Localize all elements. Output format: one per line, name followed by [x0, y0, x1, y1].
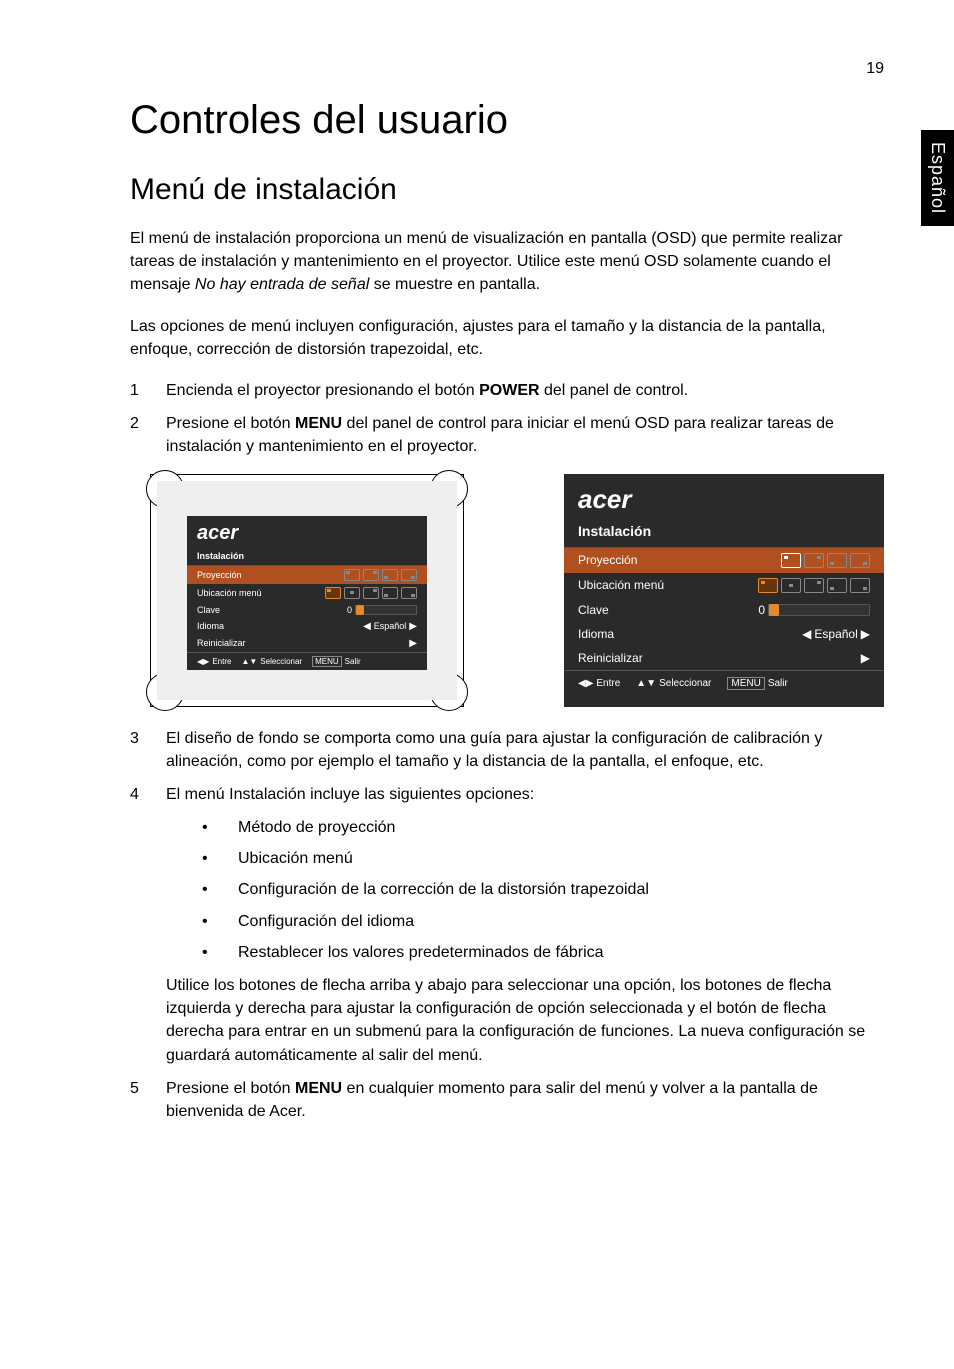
- osd-row-proyeccion: Proyección: [187, 566, 427, 584]
- osd-title: Instalación: [187, 547, 427, 566]
- osd-screenshot-framed: acer Instalación Proyección Ubicación me…: [150, 474, 464, 707]
- osd-row-clave: Clave 0: [564, 598, 884, 622]
- step-2: 2 Presione el botón MENU del panel de co…: [130, 412, 884, 458]
- osd-row-idioma: Idioma ◀ Español ▶: [564, 622, 884, 646]
- bullet-item: •Configuración de la corrección de la di…: [202, 878, 884, 901]
- bullet-item: •Método de proyección: [202, 816, 884, 839]
- language-tab: Español: [921, 130, 954, 226]
- osd-row-proyeccion: Proyección: [564, 548, 884, 573]
- section-title: Menú de instalación: [130, 173, 884, 207]
- osd-footer: ◀▶Entre ▲▼Seleccionar MENUSalir: [564, 670, 884, 696]
- step-1: 1 Encienda el proyector presionando el b…: [130, 379, 884, 402]
- osd-row-ubicacion: Ubicación menú: [564, 573, 884, 598]
- page-title: Controles del usuario: [130, 98, 884, 143]
- intro-paragraph-2: Las opciones de menú incluyen configurac…: [130, 315, 884, 361]
- step-3: 3 El diseño de fondo se comporta como un…: [130, 727, 884, 773]
- osd-row-idioma: Idioma ◀ Español ▶: [187, 618, 427, 635]
- osd-logo: acer: [187, 516, 427, 547]
- intro-paragraph-1: El menú de instalación proporciona un me…: [130, 227, 884, 297]
- step-5: 5 Presione el botón MENU en cualquier mo…: [130, 1077, 884, 1123]
- osd-row-reinicializar: Reinicializar ▶: [187, 635, 427, 652]
- osd-row-ubicacion: Ubicación menú: [187, 584, 427, 602]
- osd-title: Instalación: [564, 517, 884, 548]
- osd-row-reinicializar: Reinicializar ▶: [564, 646, 884, 670]
- osd-row-clave: Clave 0: [187, 602, 427, 618]
- step-4: 4 El menú Instalación incluye las siguie…: [130, 783, 884, 1067]
- osd-footer: ◀▶Entre ▲▼Seleccionar MENUSalir: [187, 652, 427, 670]
- bullet-item: •Restablecer los valores predeterminados…: [202, 941, 884, 964]
- osd-screenshot-large: acer Instalación Proyección Ubicación me…: [564, 474, 884, 707]
- osd-logo: acer: [564, 474, 884, 517]
- osd-screenshots: acer Instalación Proyección Ubicación me…: [150, 474, 884, 707]
- bullet-item: •Configuración del idioma: [202, 910, 884, 933]
- bullet-item: •Ubicación menú: [202, 847, 884, 870]
- page-number: 19: [130, 60, 884, 78]
